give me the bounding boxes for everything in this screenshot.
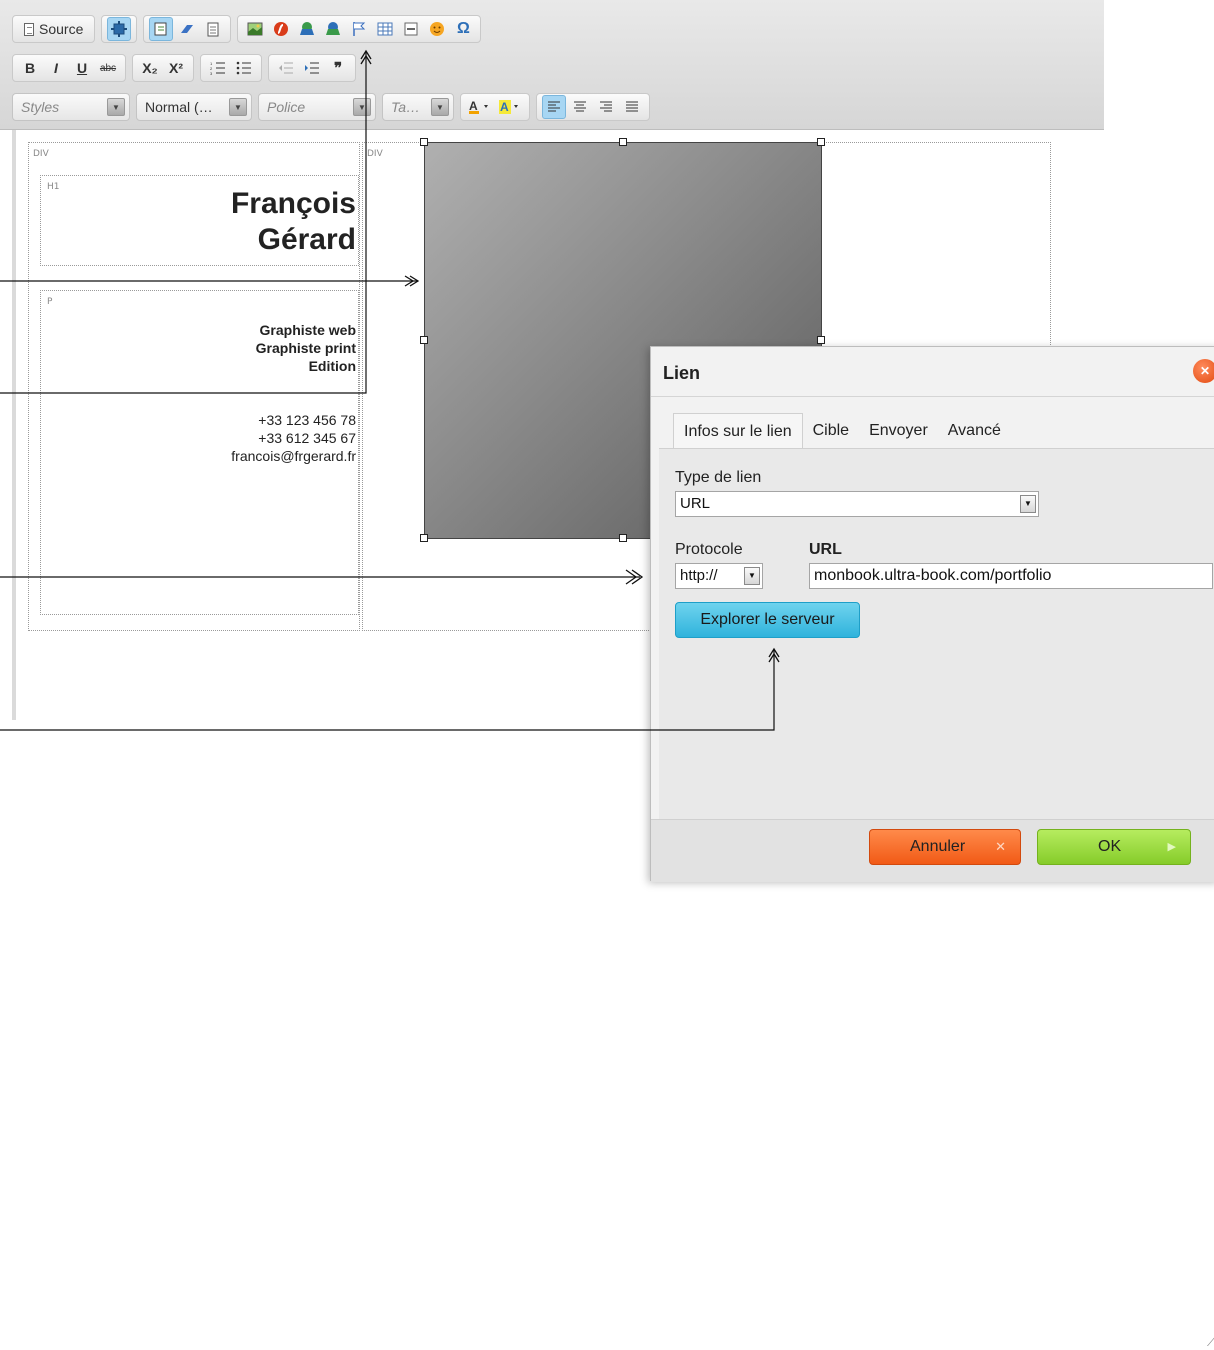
annotation-overlay [0, 49, 780, 731]
annotation-line-browse [0, 650, 775, 731]
resize-grip-icon[interactable]: ⟋ [1207, 1335, 1214, 1350]
annotation-line-link-icon [0, 52, 367, 394]
